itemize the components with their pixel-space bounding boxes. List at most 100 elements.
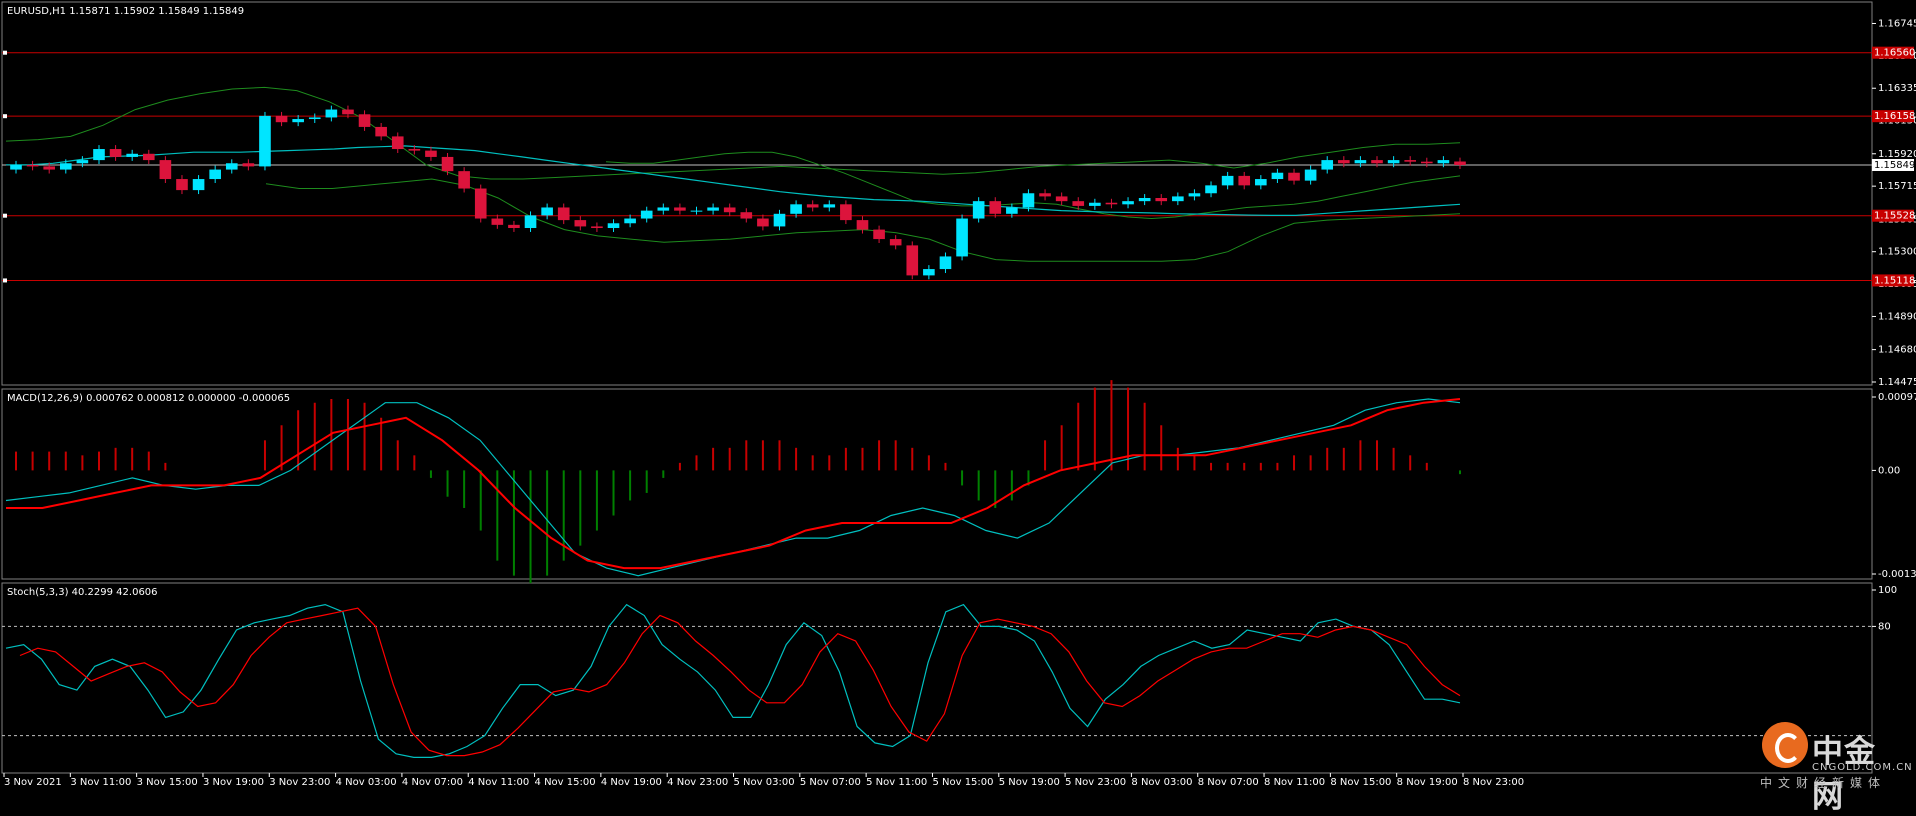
candle-body	[1105, 202, 1118, 205]
current-price-label: 1.15849	[1874, 160, 1915, 171]
x-axis-tick-label: 4 Nov 23:00	[667, 777, 728, 788]
x-axis-tick-label: 4 Nov 19:00	[601, 777, 662, 788]
x-axis-tick-label: 3 Nov 2021	[4, 777, 62, 788]
candle-body	[757, 218, 769, 227]
candle-body	[541, 207, 553, 216]
candle-body	[491, 218, 504, 225]
candle-body	[1205, 185, 1217, 194]
candle-body	[674, 207, 686, 211]
candle-body	[1437, 160, 1450, 164]
candle-body	[972, 201, 985, 219]
candle-body	[441, 156, 454, 172]
x-axis-tick-label: 4 Nov 11:00	[468, 777, 529, 788]
macd-y-tick-label: 0.000976	[1878, 392, 1916, 403]
candle-body	[591, 226, 603, 229]
candle-body	[1006, 207, 1018, 214]
candle-body	[209, 169, 221, 180]
candle-body	[1172, 196, 1184, 202]
x-axis-tick-label: 4 Nov 03:00	[336, 777, 397, 788]
candle-body	[707, 207, 719, 211]
price-y-tick-label: 1.14680	[1878, 345, 1916, 356]
x-axis-tick-label: 5 Nov 03:00	[734, 777, 795, 788]
candle-body	[1338, 160, 1350, 164]
candle-body	[1304, 169, 1317, 181]
stoch-panel-frame	[1, 582, 1873, 774]
candle-body	[856, 220, 869, 230]
candle-body	[126, 153, 138, 157]
stoch-layer: 100 80	[2, 585, 1897, 759]
candle-body	[1420, 161, 1433, 164]
candle-body	[1404, 160, 1417, 162]
candle-body	[292, 119, 304, 123]
candle-body	[1371, 160, 1383, 164]
candle-body	[1155, 198, 1168, 202]
candle-body	[342, 109, 354, 115]
candle-body	[1122, 201, 1134, 205]
bollinger-lower-line	[265, 178, 1461, 262]
candle-body	[1321, 160, 1334, 170]
candle-body	[823, 204, 836, 208]
candle-body	[1188, 193, 1201, 197]
candle-body	[1387, 160, 1400, 164]
cngold-watermark: 中金网 CNGOLD.COM.CN 中文财经新媒体	[1756, 722, 1912, 815]
macd-layer: 0.000976 0.00 -0.001378	[5, 380, 1916, 584]
level-line-handle	[3, 213, 7, 218]
x-axis-tick-label: 8 Nov 15:00	[1330, 777, 1391, 788]
candle-body	[806, 204, 819, 208]
level-line-price-label: 1.16560	[1874, 48, 1915, 59]
price-y-tick-label: 1.15920	[1878, 149, 1916, 160]
x-axis-tick-label: 5 Nov 15:00	[932, 777, 993, 788]
stoch-y-tick-label: 100	[1878, 585, 1897, 596]
candle-body	[43, 166, 56, 170]
x-axis-tick-label: 8 Nov 19:00	[1397, 777, 1458, 788]
price-y-tick-label: 1.14475	[1878, 377, 1916, 388]
watermark-url: CNGOLD.COM.CN	[1812, 762, 1913, 773]
macd-panel-frame	[1, 388, 1873, 580]
candle-body	[956, 218, 968, 257]
price-chart-title: EURUSD,H1 1.15871 1.15902 1.15849 1.1584…	[7, 6, 244, 17]
candle-body	[259, 115, 271, 167]
x-axis-tick-label: 4 Nov 07:00	[402, 777, 463, 788]
candle-body	[1454, 161, 1466, 165]
level-line-price-label: 1.15118	[1874, 275, 1915, 286]
candle-body	[225, 163, 238, 170]
macd-y-tick-label: 0.00	[1878, 465, 1900, 476]
candle-body	[26, 164, 39, 167]
candle-body	[425, 150, 437, 157]
macd-y-tick-label: -0.001378	[1878, 569, 1916, 580]
candle-body	[640, 210, 653, 219]
candle-body	[1238, 175, 1251, 186]
price-layer: 1.167451.165401.163351.161301.159201.157…	[2, 18, 1916, 388]
x-axis: 3 Nov 2021 3 Nov 11:00 3 Nov 15:00 3 Nov 19…	[3, 773, 1524, 788]
price-y-tick-label: 1.14890	[1878, 311, 1916, 322]
candle-body	[989, 201, 1002, 214]
x-axis-tick-label: 3 Nov 11:00	[70, 777, 131, 788]
x-axis-tick-label: 3 Nov 15:00	[137, 777, 198, 788]
price-y-tick-label: 1.15715	[1878, 181, 1916, 192]
x-axis-tick-label: 3 Nov 19:00	[203, 777, 264, 788]
candle-body	[1255, 179, 1267, 186]
level-line-price-label: 1.15528	[1874, 211, 1915, 222]
candle-body	[275, 115, 288, 123]
x-axis-tick-label: 8 Nov 23:00	[1463, 777, 1524, 788]
stoch-y-tick-label: 80	[1878, 621, 1891, 632]
candle-body	[1055, 196, 1068, 202]
x-axis-tick-label: 5 Nov 23:00	[1065, 777, 1126, 788]
macd-chart-title: MACD(12,26,9) 0.000762 0.000812 0.000000…	[7, 393, 290, 404]
candle-body	[939, 256, 952, 270]
candle-body	[176, 179, 188, 191]
macd-main-line	[5, 398, 1461, 577]
candle-body	[1221, 175, 1234, 186]
x-axis-tick-label: 8 Nov 07:00	[1198, 777, 1259, 788]
candle-body	[840, 204, 852, 221]
x-axis-tick-label: 8 Nov 03:00	[1131, 777, 1192, 788]
candle-body	[242, 163, 255, 167]
x-axis-tick-label: 3 Nov 23:00	[269, 777, 330, 788]
candle-body	[574, 220, 587, 227]
candle-body	[308, 117, 321, 120]
stoch-k-line	[5, 603, 1461, 759]
candle-body	[391, 136, 404, 150]
candle-body	[192, 179, 205, 191]
candle-body	[873, 229, 885, 240]
candle-body	[723, 207, 736, 213]
